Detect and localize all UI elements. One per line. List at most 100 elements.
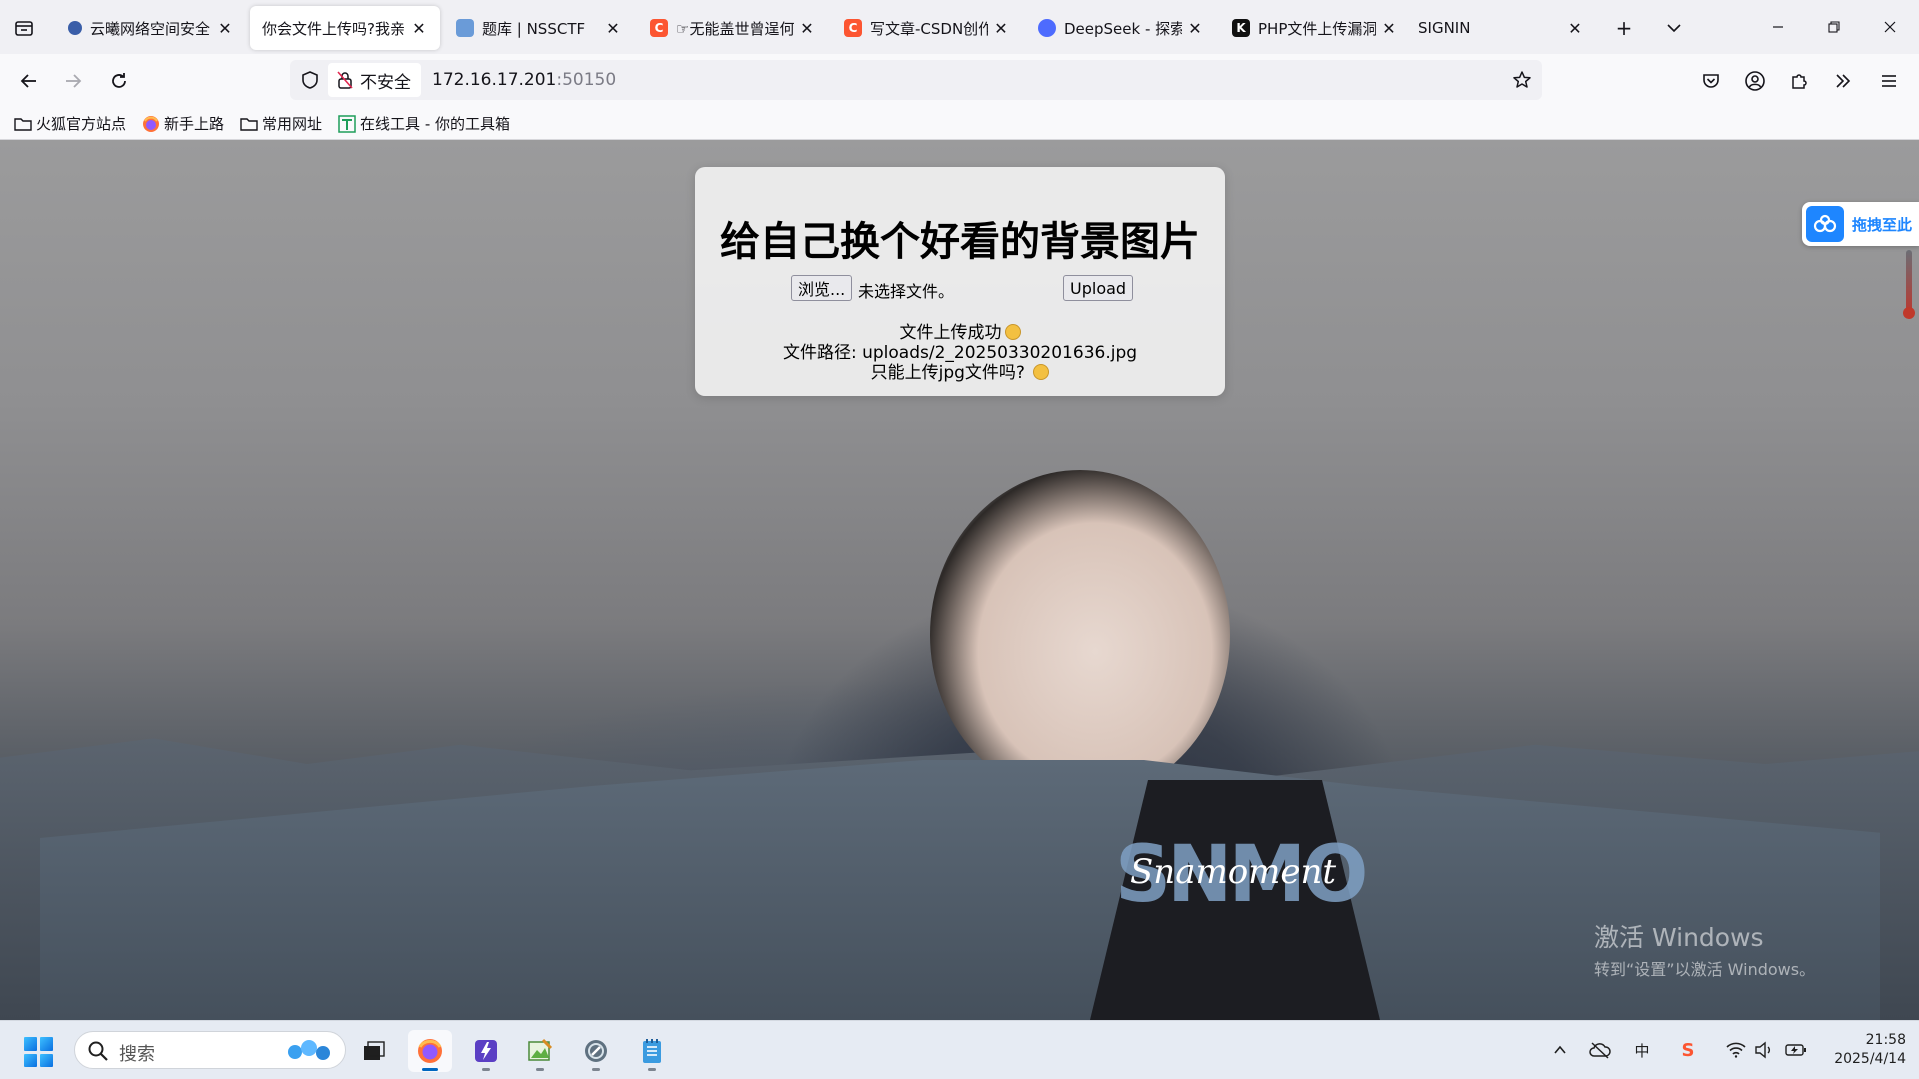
bookmark-online-tools[interactable]: 在线工具 - 你的工具箱: [338, 113, 510, 134]
new-tab-button[interactable]: +: [1610, 14, 1638, 42]
more-tools-button[interactable]: [1828, 66, 1858, 96]
start-button[interactable]: [24, 1037, 54, 1067]
tab-php-upload[interactable]: K PHP文件上传漏洞 ✕: [1220, 6, 1410, 50]
chevron-up-icon: [1554, 1045, 1566, 1054]
wifi-icon: [1726, 1042, 1746, 1058]
close-icon[interactable]: ✕: [1566, 19, 1584, 38]
tray-sogou-button[interactable]: S: [1676, 1038, 1700, 1062]
taskbar-search[interactable]: 搜索: [74, 1031, 346, 1069]
puzzle-icon: [1792, 74, 1807, 89]
file-status-text: 未选择文件。: [858, 282, 955, 301]
close-icon[interactable]: ✕: [1380, 19, 1398, 38]
url-text[interactable]: 172.16.17.201:50150: [432, 70, 616, 90]
bookmark-getting-started[interactable]: 新手上路: [142, 113, 224, 134]
bookmark-star-button[interactable]: [1510, 68, 1534, 92]
shirt-script-text: Snamoment: [1130, 852, 1337, 892]
tab-list-button[interactable]: [10, 14, 38, 42]
connection-security-indicator[interactable]: 不安全: [328, 63, 421, 97]
lightning-app-icon: [475, 1040, 497, 1062]
taskbar-clock[interactable]: 21:58 2025/4/14: [1826, 1031, 1906, 1069]
tab-nssctf[interactable]: 题库 | NSSCTF ✕: [444, 6, 634, 50]
tray-ime-button[interactable]: 中: [1630, 1038, 1654, 1062]
extensions-button[interactable]: [1784, 66, 1814, 96]
address-bar[interactable]: 不安全 172.16.17.201:50150: [290, 60, 1542, 100]
insecure-lock-icon: [336, 70, 354, 90]
browse-file-button[interactable]: 浏览...: [791, 275, 853, 301]
tray-cloud-button[interactable]: [1588, 1038, 1612, 1062]
side-slider-knob[interactable]: [1903, 307, 1915, 319]
close-icon[interactable]: ✕: [992, 19, 1010, 38]
close-icon[interactable]: ✕: [410, 19, 428, 38]
tab-title: 云曦网络空间安全: [90, 19, 211, 38]
account-icon: [1745, 71, 1765, 91]
bookmark-common-sites[interactable]: 常用网址: [240, 113, 322, 134]
web-page: SNMOMENT Snamoment 给自己换个好看的背景图片 浏览... 未选…: [0, 140, 1919, 1020]
tray-battery-button[interactable]: [1784, 1038, 1808, 1062]
compass-app-icon: [585, 1040, 607, 1062]
arrow-right-icon: [66, 74, 82, 88]
list-all-tabs-button[interactable]: [1660, 14, 1688, 42]
clock-time: 21:58: [1865, 1032, 1906, 1048]
tab-yunxi[interactable]: 云曦网络空间安全 ✕: [56, 6, 246, 50]
back-button[interactable]: [14, 66, 44, 96]
taskbar-firefox[interactable]: [408, 1030, 452, 1072]
security-label: 不安全: [360, 72, 411, 93]
bookmark-label: 在线工具 - 你的工具箱: [360, 115, 510, 133]
tray-volume-button[interactable]: [1752, 1038, 1776, 1062]
close-icon[interactable]: ✕: [604, 19, 622, 38]
tab-upload-challenge[interactable]: 你会文件上传吗?我亲 ✕: [250, 6, 440, 50]
minimize-button[interactable]: [1750, 0, 1806, 54]
pocket-button[interactable]: [1696, 66, 1726, 96]
restore-button[interactable]: [1806, 0, 1862, 54]
tab-signin[interactable]: SIGNIN ✕: [1406, 6, 1596, 50]
close-icon[interactable]: ✕: [216, 19, 234, 38]
close-icon: [1884, 21, 1896, 33]
double-chevron-right-icon: [1836, 74, 1851, 88]
close-icon[interactable]: ✕: [1186, 19, 1204, 38]
search-highlight-icon: [288, 1040, 330, 1060]
taskbar-task-view[interactable]: [352, 1030, 396, 1072]
firefox-icon: [418, 1039, 442, 1063]
tab-list-icon: [15, 21, 33, 36]
tab-strip: 云曦网络空间安全 ✕ 你会文件上传吗?我亲 ✕ 题库 | NSSCTF ✕ C …: [0, 0, 1919, 54]
taskbar-image-editor[interactable]: [518, 1030, 562, 1072]
nssctf-icon: [456, 19, 474, 37]
reload-button[interactable]: [104, 66, 134, 96]
reload-icon: [112, 73, 126, 88]
notepad-icon: [643, 1039, 661, 1063]
tray-wifi-button[interactable]: [1724, 1038, 1748, 1062]
plus-icon: +: [1615, 16, 1633, 40]
taskbar-visual-studio[interactable]: [464, 1030, 508, 1072]
tab-csdn-article[interactable]: C ☞无能盖世曾逞何 ✕: [638, 6, 828, 50]
csdn-icon: C: [844, 19, 862, 37]
forward-button[interactable]: [58, 66, 88, 96]
tracking-protection-button[interactable]: [298, 68, 322, 92]
image-editor-icon: [528, 1038, 553, 1061]
restore-icon: [1828, 21, 1840, 33]
tray-overflow-button[interactable]: [1548, 1038, 1572, 1062]
app-menu-button[interactable]: [1874, 66, 1904, 96]
ime-label: 中: [1634, 1041, 1650, 1060]
search-label: 搜索: [119, 1044, 155, 1065]
tab-deepseek[interactable]: DeepSeek - 探索 ✕: [1026, 6, 1216, 50]
close-icon[interactable]: ✕: [798, 19, 816, 38]
deepseek-icon: [1038, 19, 1056, 37]
windows-logo-icon: [40, 1037, 53, 1051]
taskbar-notepad[interactable]: [630, 1030, 674, 1072]
activation-title: 激活 Windows: [1594, 923, 1764, 952]
surprised-emoji-icon: [1033, 364, 1050, 380]
tab-title: 写文章-CSDN创作: [870, 19, 988, 38]
tab-title: PHP文件上传漏洞: [1258, 19, 1376, 38]
tab-title: DeepSeek - 探索: [1064, 19, 1182, 38]
upload-button[interactable]: Upload: [1063, 275, 1134, 301]
close-window-button[interactable]: [1862, 0, 1918, 54]
bookmark-firefox-official[interactable]: 火狐官方站点: [14, 113, 126, 134]
account-button[interactable]: [1740, 66, 1770, 96]
taskbar-browser-tool[interactable]: [574, 1030, 618, 1072]
baidu-netdisk-drop-widget[interactable]: 拖拽至此: [1802, 202, 1919, 246]
side-slider-track[interactable]: [1906, 250, 1912, 312]
tab-csdn-write[interactable]: C 写文章-CSDN创作 ✕: [832, 6, 1022, 50]
minimize-icon: [1773, 26, 1783, 28]
chevron-down-icon: [1667, 24, 1681, 33]
pocket-icon: [1703, 74, 1719, 88]
